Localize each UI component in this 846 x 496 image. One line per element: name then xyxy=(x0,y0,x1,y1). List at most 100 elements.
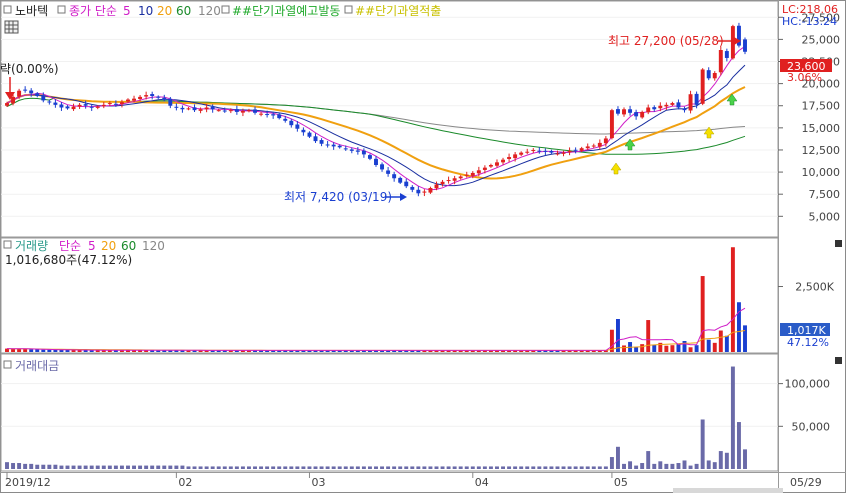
amount-bar xyxy=(549,466,554,469)
amount-bar xyxy=(622,463,626,469)
candle-body xyxy=(743,39,747,52)
candle-body xyxy=(380,164,385,170)
price-axis-tick-label: 25,000 xyxy=(802,33,841,46)
candle-body xyxy=(495,162,499,166)
amount-bar xyxy=(319,466,324,469)
amount-bar xyxy=(313,466,318,469)
amount-bar xyxy=(355,466,360,469)
x-axis-label: 02 xyxy=(178,476,192,489)
candle-body xyxy=(464,174,469,176)
volume-bar xyxy=(35,349,40,352)
amount-bar xyxy=(628,461,633,469)
amount-bar xyxy=(204,466,209,469)
amount-bar xyxy=(283,466,288,469)
candle-body xyxy=(301,129,306,133)
volume-bar xyxy=(622,345,626,352)
candle-body xyxy=(83,104,88,106)
volume-bar xyxy=(670,345,675,352)
amount-bar xyxy=(736,422,741,469)
amount-bar xyxy=(216,466,221,469)
candle-body xyxy=(712,73,717,79)
volume-bar xyxy=(718,330,723,352)
volume-bar xyxy=(736,302,741,352)
chart-canvas: 27,50025,00022,50020,00017,50015,00012,5… xyxy=(0,0,846,493)
amount-bar xyxy=(132,465,136,469)
panel-close-icon[interactable] xyxy=(835,357,842,364)
candle-body xyxy=(476,170,481,174)
legend-ma120: 120 xyxy=(198,4,221,18)
volume-bar xyxy=(700,276,705,352)
amount-bar xyxy=(367,466,372,469)
amount-bar xyxy=(289,466,294,469)
amount-bar xyxy=(47,464,52,469)
candle-body xyxy=(694,93,699,105)
volume-bar xyxy=(41,349,46,352)
candle-body xyxy=(47,101,52,103)
panel-close-icon[interactable] xyxy=(835,240,842,247)
candle-body xyxy=(585,146,590,149)
amount-bar xyxy=(694,463,699,469)
amount-bar xyxy=(495,466,499,469)
amount-bar xyxy=(597,466,602,469)
volume-legend-ma20: 20 xyxy=(101,239,116,253)
amount-bar xyxy=(11,463,16,469)
candle-body xyxy=(434,184,439,189)
candle-body xyxy=(283,118,288,121)
scrollbar-thumb[interactable] xyxy=(673,488,783,493)
amount-bar xyxy=(83,465,88,469)
candle-body xyxy=(616,109,620,114)
candle-body xyxy=(89,106,94,108)
volume-bar xyxy=(634,347,639,352)
price-axis-tick-label: 12,500 xyxy=(802,144,841,157)
volume-bar xyxy=(706,339,711,352)
amount-bar xyxy=(458,466,463,469)
amount-bar xyxy=(440,466,445,469)
price-axis-tick-label: 5,000 xyxy=(809,210,841,223)
amount-bar xyxy=(482,466,487,469)
amount-bar xyxy=(386,466,391,469)
amount-bar xyxy=(361,466,366,469)
amount-bar xyxy=(23,463,28,469)
amount-bar xyxy=(603,466,608,469)
candle-body xyxy=(343,148,348,150)
candle-body xyxy=(386,170,391,174)
amount-bar xyxy=(525,466,530,469)
volume-bar xyxy=(676,344,681,352)
candle-body xyxy=(240,111,245,113)
amount-bar xyxy=(253,466,257,469)
hc-label: HC:-13.24 xyxy=(782,15,837,28)
candle-body xyxy=(228,110,233,112)
price-axis-tick-label: 10,000 xyxy=(802,166,841,179)
amount-bar xyxy=(428,466,433,469)
candle-body xyxy=(452,178,457,181)
candle-body xyxy=(398,177,403,183)
candle-body xyxy=(295,124,300,129)
candle-body xyxy=(29,90,34,94)
amount-bar xyxy=(180,465,185,469)
candle-body xyxy=(156,96,161,98)
candle-body xyxy=(458,176,463,179)
candle-body xyxy=(664,104,669,107)
amount-bar xyxy=(634,465,639,469)
amount-bar xyxy=(416,466,421,469)
candle-body xyxy=(234,109,239,112)
grid-toggle-icon[interactable] xyxy=(4,20,19,34)
candle-body xyxy=(107,103,112,105)
amount-bar xyxy=(5,462,9,469)
amount-bar xyxy=(259,466,264,469)
amount-bar xyxy=(95,465,100,469)
legend-ma20: 20 xyxy=(157,4,172,18)
amount-bar xyxy=(640,463,645,469)
candle-body xyxy=(349,149,354,151)
candle-body xyxy=(361,150,366,155)
candle-body xyxy=(628,109,633,113)
candle-body xyxy=(513,154,518,159)
amount-bar xyxy=(422,466,427,469)
amount-plot-area xyxy=(0,353,779,472)
amount-bar xyxy=(59,465,64,469)
volume-bar xyxy=(652,344,657,352)
amount-bar xyxy=(150,465,155,469)
amount-bar xyxy=(724,452,729,469)
amount-bar xyxy=(543,466,548,469)
amount-bar xyxy=(718,451,723,469)
